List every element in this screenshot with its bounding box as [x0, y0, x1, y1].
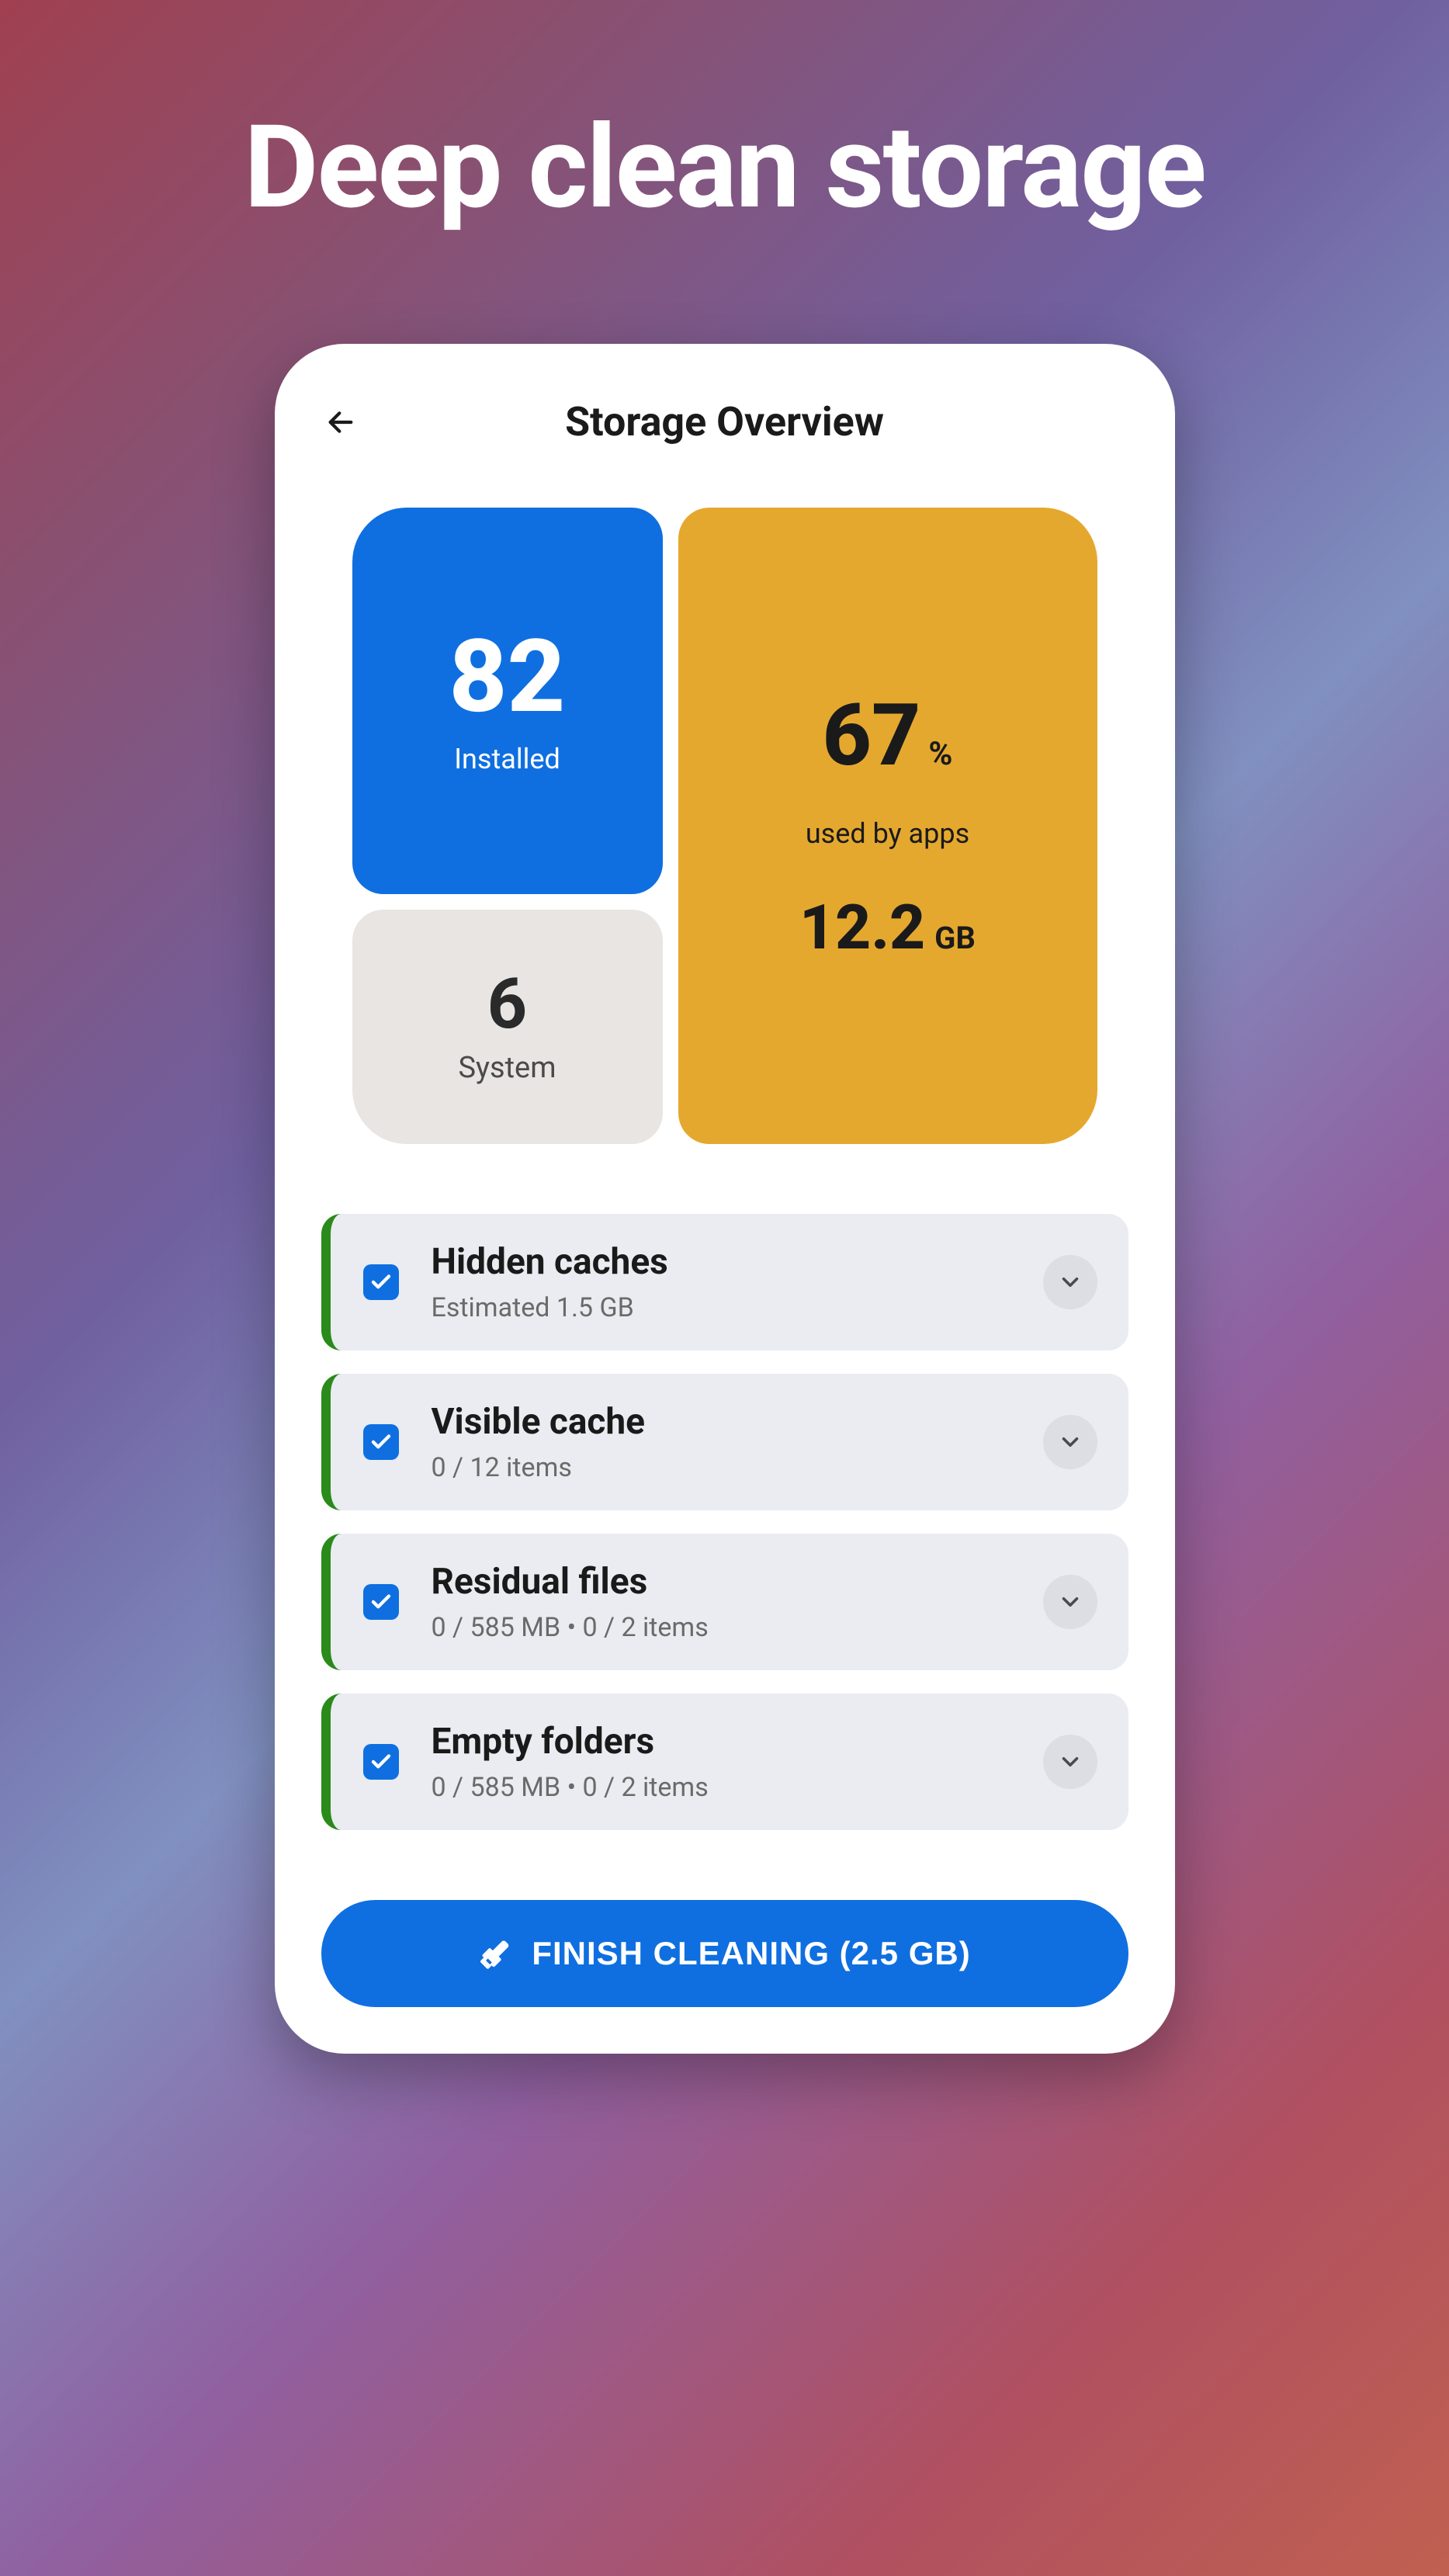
item-visible-cache[interactable]: Visible cache 0 / 12 items — [321, 1374, 1128, 1510]
checkbox-hidden-caches[interactable] — [363, 1264, 399, 1300]
app-header: Storage Overview — [321, 398, 1128, 446]
used-size-unit: GB — [934, 920, 976, 956]
page-title: Deep clean storage — [0, 0, 1449, 235]
check-icon — [369, 1750, 393, 1773]
system-count: 6 — [487, 969, 528, 1039]
tile-used-by-apps[interactable]: 67 % used by apps 12.2 GB — [678, 508, 1097, 1144]
phone-frame: Storage Overview 82 Installed 6 System 6… — [275, 344, 1175, 2054]
expand-empty-folders[interactable] — [1043, 1735, 1097, 1789]
used-percent-unit: % — [928, 735, 952, 773]
item-subtitle: 0 / 12 items — [432, 1452, 1043, 1483]
check-icon — [369, 1430, 393, 1454]
item-empty-folders[interactable]: Empty folders 0 / 585 MB • 0 / 2 items — [321, 1694, 1128, 1830]
broom-icon — [478, 1936, 512, 1971]
item-subtitle: 0 / 585 MB • 0 / 2 items — [432, 1772, 1043, 1803]
overview-tiles: 82 Installed 6 System 67 % used by apps … — [352, 508, 1097, 1144]
finish-button-label: FINISH CLEANING (2.5 GB) — [532, 1935, 970, 1972]
tile-installed[interactable]: 82 Installed — [352, 508, 663, 894]
expand-visible-cache[interactable] — [1043, 1415, 1097, 1469]
chevron-down-icon — [1057, 1429, 1083, 1455]
item-title: Empty folders — [432, 1721, 1043, 1763]
checkbox-empty-folders[interactable] — [363, 1744, 399, 1780]
used-percent: 67 — [823, 693, 921, 778]
item-residual-files[interactable]: Residual files 0 / 585 MB • 0 / 2 items — [321, 1534, 1128, 1670]
arrow-left-icon — [325, 407, 356, 438]
chevron-down-icon — [1057, 1589, 1083, 1615]
clean-item-list: Hidden caches Estimated 1.5 GB Visible c… — [321, 1214, 1128, 1830]
back-button[interactable] — [321, 403, 360, 442]
check-icon — [369, 1590, 393, 1614]
installed-label: Installed — [454, 743, 560, 775]
item-subtitle: 0 / 585 MB • 0 / 2 items — [432, 1612, 1043, 1643]
check-icon — [369, 1271, 393, 1294]
expand-residual-files[interactable] — [1043, 1575, 1097, 1629]
item-hidden-caches[interactable]: Hidden caches Estimated 1.5 GB — [321, 1214, 1128, 1350]
expand-hidden-caches[interactable] — [1043, 1255, 1097, 1309]
used-size: 12.2 — [799, 896, 925, 959]
item-title: Visible cache — [432, 1401, 1043, 1443]
chevron-down-icon — [1057, 1749, 1083, 1775]
checkbox-visible-cache[interactable] — [363, 1424, 399, 1460]
header-title: Storage Overview — [321, 398, 1128, 446]
installed-count: 82 — [449, 626, 566, 727]
item-subtitle: Estimated 1.5 GB — [432, 1292, 1043, 1323]
checkbox-residual-files[interactable] — [363, 1584, 399, 1620]
tile-system[interactable]: 6 System — [352, 910, 663, 1144]
item-title: Hidden caches — [432, 1241, 1043, 1283]
system-label: System — [458, 1051, 556, 1085]
item-title: Residual files — [432, 1561, 1043, 1603]
chevron-down-icon — [1057, 1269, 1083, 1295]
finish-cleaning-button[interactable]: FINISH CLEANING (2.5 GB) — [321, 1900, 1128, 2007]
used-label: used by apps — [806, 817, 969, 850]
